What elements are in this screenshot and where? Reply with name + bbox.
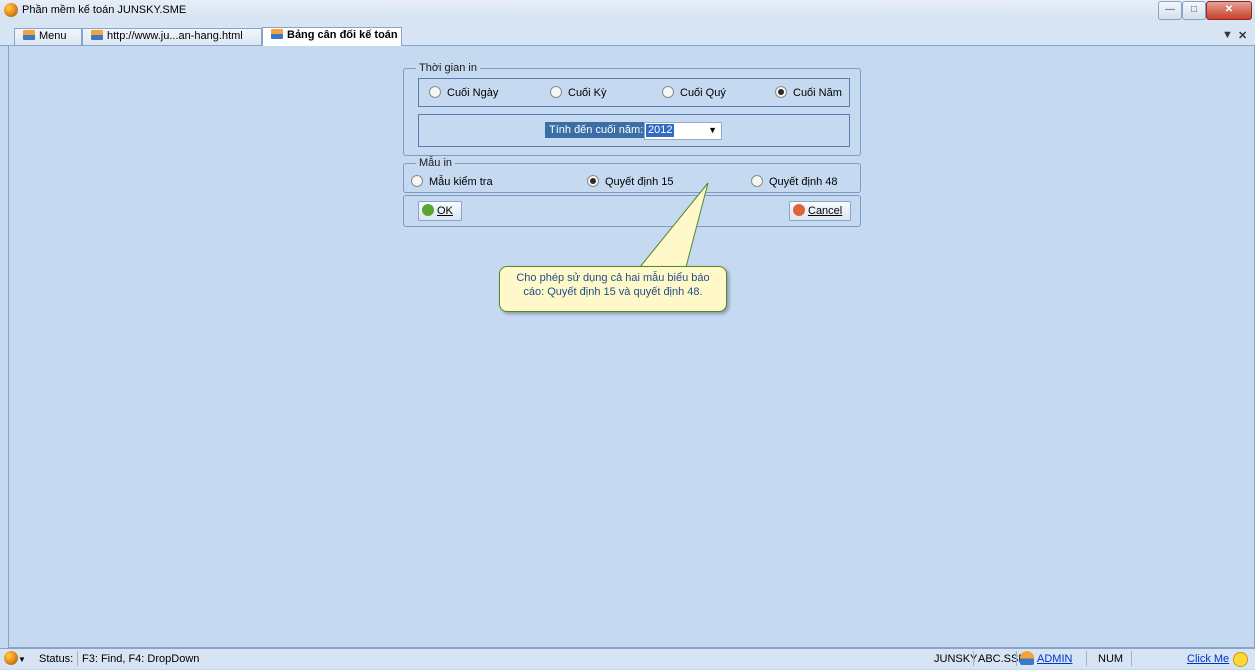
callout-pointer (638, 182, 709, 268)
smiley-icon (1233, 652, 1248, 670)
click-me-link[interactable]: Click Me (1187, 653, 1229, 665)
form-icon (271, 29, 283, 39)
status-numlock: NUM (1098, 653, 1124, 665)
status-database: ABC.SSE (978, 653, 1026, 665)
callout-line-1: Cho phép sử dụng cả hai mẫu biểu báo (516, 272, 710, 284)
callout-line-2: cáo: Quyết định 15 và quyết định 48. (523, 286, 703, 298)
status-company: JUNSKY (934, 653, 978, 665)
tab-balance-sheet[interactable]: Bảng cân đối kế toán (262, 27, 402, 46)
status-prefix: Status: (39, 653, 74, 665)
status-bar: ▼ Status: F3: Find, F4: DropDown JUNSKY … (0, 648, 1255, 669)
status-user-link[interactable]: ADMIN (1037, 653, 1072, 665)
status-menu-icon[interactable]: ▼ (4, 651, 26, 665)
user-icon (1020, 651, 1034, 668)
status-hint: F3: Find, F4: DropDown (82, 653, 200, 665)
tab-label: Bảng cân đối kế toán (287, 29, 398, 41)
tooltip-callout: Cho phép sử dụng cả hai mẫu biểu báo cáo… (499, 266, 727, 312)
